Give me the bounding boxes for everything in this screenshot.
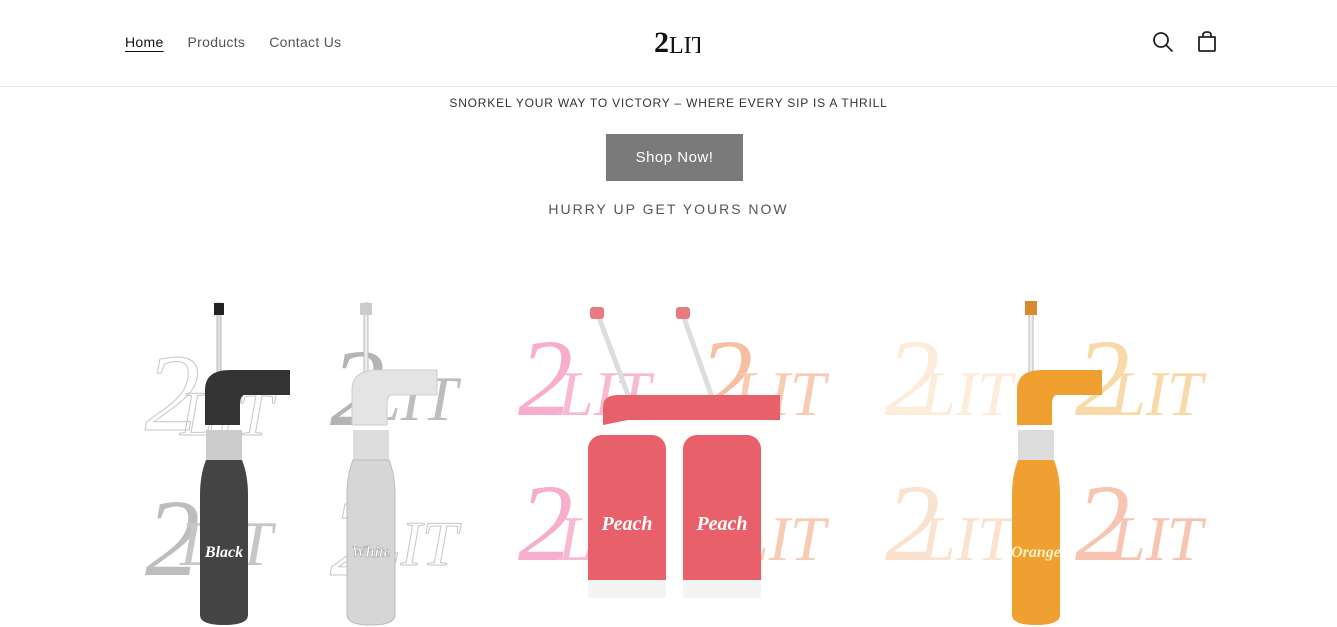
logo[interactable]: 2 LIT xyxy=(654,22,700,62)
site-header: Home Products Contact Us 2 LIT xyxy=(0,0,1337,87)
nav-products[interactable]: Products xyxy=(188,32,246,52)
svg-text:LIT: LIT xyxy=(919,503,1017,574)
svg-text:Orange: Orange xyxy=(1011,544,1061,561)
svg-text:Peach: Peach xyxy=(695,513,747,535)
svg-text:LIT: LIT xyxy=(919,358,1017,429)
product-image-orange[interactable]: 2 LIT 2 LIT 2 LIT 2 LIT Orange xyxy=(885,295,1210,627)
search-icon[interactable] xyxy=(1151,30,1175,54)
nav-home[interactable]: Home xyxy=(125,32,164,52)
black-bottle: Black xyxy=(200,302,290,625)
cart-icon[interactable] xyxy=(1195,30,1219,54)
svg-text:LIT: LIT xyxy=(669,33,700,59)
svg-text:LIT: LIT xyxy=(1109,358,1207,429)
main-nav: Home Products Contact Us xyxy=(125,32,341,52)
nav-contact-us[interactable]: Contact Us xyxy=(269,32,341,52)
svg-text:LIT: LIT xyxy=(1109,503,1207,574)
svg-text:Black: Black xyxy=(204,544,243,561)
svg-text:Peach: Peach xyxy=(600,513,652,535)
shop-now-button[interactable]: Shop Now! xyxy=(606,134,743,181)
svg-text:White: White xyxy=(351,544,390,561)
product-image-peach[interactable]: 2 LIT 2 LIT 2 LIT 2 LIT Peach Peach xyxy=(518,295,838,627)
product-image-black-white[interactable]: 2 LIT 2 LIT 2 LIT 2 LIT Black White xyxy=(140,295,485,627)
svg-text:2: 2 xyxy=(654,26,669,59)
hero-tagline: SNORKEL YOUR WAY TO VICTORY – WHERE EVER… xyxy=(449,96,888,110)
hero-subtext: HURRY UP GET YOURS NOW xyxy=(548,201,789,217)
